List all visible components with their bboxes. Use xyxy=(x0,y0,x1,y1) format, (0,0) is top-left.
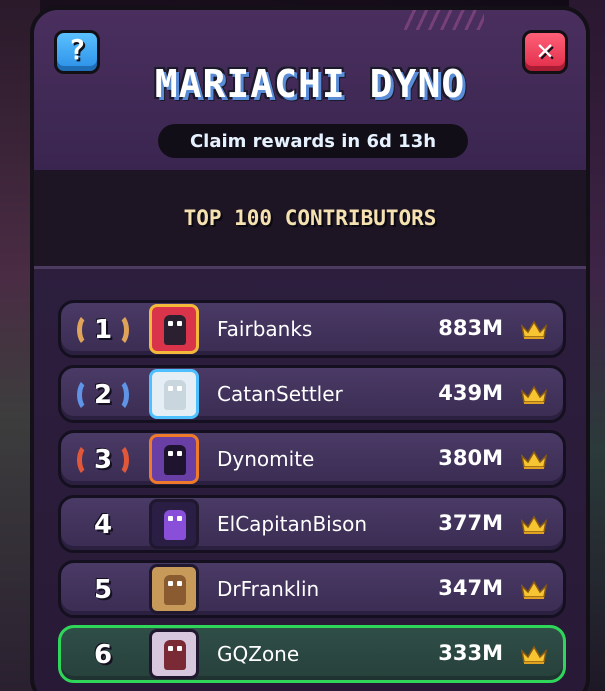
player-score: 333M xyxy=(438,641,503,665)
player-name: Fairbanks xyxy=(217,317,313,341)
rank-badge: 3 xyxy=(75,441,131,479)
rank-number: 5 xyxy=(93,575,113,605)
rank-number: 2 xyxy=(93,380,113,410)
crown-icon xyxy=(521,320,547,339)
decorative-stripes xyxy=(404,10,484,30)
contributors-header: TOP 100 CONTRIBUTORS xyxy=(34,170,586,269)
player-name: GQZone xyxy=(217,642,300,666)
rank-badge: 2 xyxy=(75,376,131,414)
leaderboard-row[interactable]: 1 Fairbanks 883M xyxy=(58,300,566,358)
crown-icon xyxy=(521,385,547,404)
player-name: DrFranklin xyxy=(217,577,320,601)
question-mark-icon: ? xyxy=(68,33,86,66)
rank-badge: 6 xyxy=(75,636,131,674)
white-dino-avatar-icon xyxy=(149,369,199,419)
player-score: 347M xyxy=(438,576,503,600)
player-score: 377M xyxy=(438,511,503,535)
red-dino-avatar-icon xyxy=(149,304,199,354)
leaderboard-row[interactable]: 3 Dynomite 380M xyxy=(58,430,566,488)
rank-number: 6 xyxy=(93,640,113,670)
wizard-avatar-icon xyxy=(149,499,199,549)
leaderboard-row[interactable]: 5 DrFranklin 347M xyxy=(58,560,566,618)
rank-badge: 4 xyxy=(75,506,131,544)
rank-number: 4 xyxy=(93,510,113,540)
current-user-row[interactable]: 6 GQZone 333M xyxy=(58,625,566,683)
crown-icon xyxy=(521,645,547,664)
player-score: 883M xyxy=(438,316,503,340)
rank-badge: 1 xyxy=(75,311,131,349)
leaderboard-panel: ? ✕ MARIACHI DYNO Claim rewards in 6d 13… xyxy=(30,6,590,691)
player-name: Dynomite xyxy=(217,447,315,471)
contributors-title: TOP 100 CONTRIBUTORS xyxy=(183,206,437,230)
player-name: ElCapitanBison xyxy=(217,512,368,536)
crown-icon xyxy=(521,580,547,599)
close-icon: ✕ xyxy=(536,33,554,66)
rank-badge: 5 xyxy=(75,571,131,609)
crown-icon xyxy=(521,515,547,534)
claim-timer: Claim rewards in 6d 13h xyxy=(158,124,468,158)
chef-dino-avatar-icon xyxy=(149,629,199,679)
tan-dino-avatar-icon xyxy=(149,564,199,614)
crown-icon xyxy=(521,450,547,469)
rank-number: 1 xyxy=(93,315,113,345)
rank-number: 3 xyxy=(93,445,113,475)
leaderboard-list: 1 Fairbanks 883M 2 CatanSettler 439M 3 D… xyxy=(58,300,566,690)
event-title: MARIACHI DYNO xyxy=(154,62,466,106)
purple-dino-avatar-icon xyxy=(149,434,199,484)
leaderboard-row[interactable]: 4 ElCapitanBison 377M xyxy=(58,495,566,553)
leaderboard-row[interactable]: 2 CatanSettler 439M xyxy=(58,365,566,423)
player-score: 380M xyxy=(438,446,503,470)
player-score: 439M xyxy=(438,381,503,405)
player-name: CatanSettler xyxy=(217,382,343,406)
